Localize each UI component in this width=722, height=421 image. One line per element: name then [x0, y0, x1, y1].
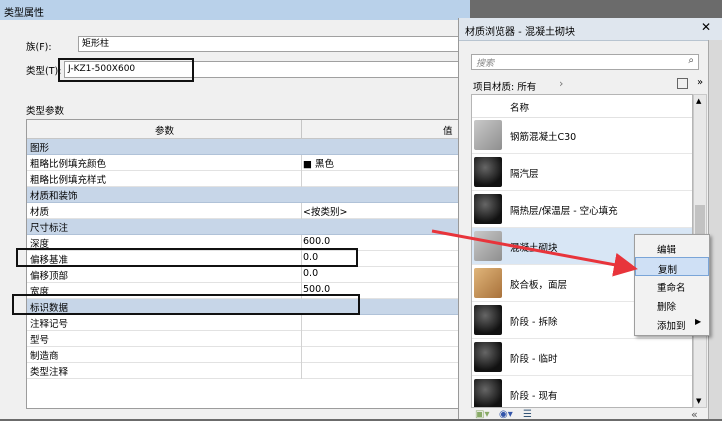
annotation-arrow [431, 229, 638, 277]
red-arrow-line [431, 229, 638, 277]
